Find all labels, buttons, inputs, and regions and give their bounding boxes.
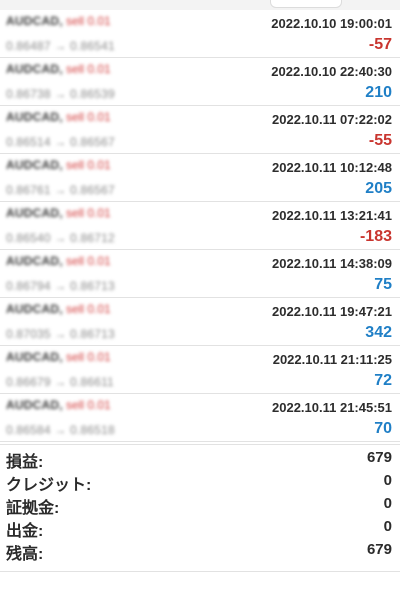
trade-prices: 0.86514 → 0.86567 <box>6 135 115 149</box>
trade-row[interactable]: AUDCAD, sell 0.01 0.86794 → 0.86713 2022… <box>0 250 400 298</box>
trade-profit: 75 <box>374 276 392 293</box>
trade-side: sell 0.01 <box>66 62 111 76</box>
trade-prices: 0.86761 → 0.86567 <box>6 183 115 197</box>
trade-profit: -183 <box>359 228 392 245</box>
trade-symbol: AUDCAD, <box>6 206 63 220</box>
trade-datetime: 2022.10.11 21:45:51 <box>272 400 392 415</box>
trade-datetime: 2022.10.11 07:22:02 <box>272 112 392 127</box>
trade-profit: 70 <box>374 420 392 437</box>
trade-history-list: AUDCAD, sell 0.01 0.86487 → 0.86541 2022… <box>0 10 400 442</box>
trade-side: sell 0.01 <box>66 398 111 412</box>
trade-row[interactable]: AUDCAD, sell 0.01 0.86738 → 0.86539 2022… <box>0 58 400 106</box>
trade-row[interactable]: AUDCAD, sell 0.01 0.86679 → 0.86611 2022… <box>0 346 400 394</box>
trade-datetime: 2022.10.11 19:47:21 <box>272 304 392 319</box>
trade-prices: 0.86738 → 0.86539 <box>6 87 115 101</box>
account-summary: 損益: 679 クレジット: 0 証拠金: 0 出金: 0 残高: 679 <box>0 444 400 563</box>
trade-prices: 0.87035 → 0.86713 <box>6 327 115 341</box>
trade-profit: 72 <box>374 372 392 389</box>
summary-withdrawal-value: 0 <box>383 518 392 535</box>
trade-symbol: AUDCAD, <box>6 302 63 316</box>
trade-symbol: AUDCAD, <box>6 398 63 412</box>
top-tab[interactable] <box>270 0 342 8</box>
trade-symbol: AUDCAD, <box>6 14 63 28</box>
summary-credit-row: クレジット: 0 <box>0 468 400 494</box>
trade-prices: 0.86584 → 0.86518 <box>6 423 115 437</box>
trade-profit: -55 <box>368 132 392 149</box>
trade-profit: -57 <box>368 36 392 53</box>
trade-side: sell 0.01 <box>66 158 111 172</box>
trade-row[interactable]: AUDCAD, sell 0.01 0.86584 → 0.86518 2022… <box>0 394 400 442</box>
trade-profit: 205 <box>365 180 392 197</box>
trade-datetime: 2022.10.11 21:11:25 <box>272 352 392 367</box>
bottom-divider <box>0 571 400 572</box>
trade-row[interactable]: AUDCAD, sell 0.01 0.86761 → 0.86567 2022… <box>0 154 400 202</box>
trade-symbol: AUDCAD, <box>6 62 63 76</box>
trade-side: sell 0.01 <box>66 206 111 220</box>
trade-datetime: 2022.10.11 10:12:48 <box>272 160 392 175</box>
summary-balance-label: 残高: <box>6 546 44 563</box>
trade-datetime: 2022.10.11 13:21:41 <box>272 208 392 223</box>
trade-symbol: AUDCAD, <box>6 110 63 124</box>
trade-side: sell 0.01 <box>66 302 111 316</box>
trade-side: sell 0.01 <box>66 14 111 28</box>
trade-datetime: 2022.10.10 19:00:01 <box>271 16 392 31</box>
trade-side: sell 0.01 <box>66 110 111 124</box>
trade-prices: 0.86487 → 0.86541 <box>6 39 115 53</box>
top-bar <box>0 0 400 10</box>
trade-row[interactable]: AUDCAD, sell 0.01 0.87035 → 0.86713 2022… <box>0 298 400 346</box>
summary-margin-value: 0 <box>383 495 392 512</box>
summary-withdrawal-row: 出金: 0 <box>0 514 400 540</box>
trade-symbol: AUDCAD, <box>6 254 63 268</box>
trade-side: sell 0.01 <box>66 350 111 364</box>
trade-row[interactable]: AUDCAD, sell 0.01 0.86487 → 0.86541 2022… <box>0 10 400 58</box>
trade-symbol: AUDCAD, <box>6 350 63 364</box>
trade-datetime: 2022.10.10 22:40:30 <box>271 64 392 79</box>
summary-balance-row: 残高: 679 <box>0 537 400 563</box>
trade-row[interactable]: AUDCAD, sell 0.01 0.86514 → 0.86567 2022… <box>0 106 400 154</box>
trade-side: sell 0.01 <box>66 254 111 268</box>
trade-datetime: 2022.10.11 14:38:09 <box>272 256 392 271</box>
summary-profit-value: 679 <box>366 449 392 466</box>
summary-credit-value: 0 <box>383 472 392 489</box>
trade-row[interactable]: AUDCAD, sell 0.01 0.86540 → 0.86712 2022… <box>0 202 400 250</box>
trade-profit: 210 <box>365 84 392 101</box>
summary-balance-value: 679 <box>366 541 392 558</box>
trade-prices: 0.86679 → 0.86611 <box>6 375 114 389</box>
trade-symbol: AUDCAD, <box>6 158 63 172</box>
summary-margin-row: 証拠金: 0 <box>0 491 400 517</box>
trade-prices: 0.86794 → 0.86713 <box>6 279 115 293</box>
trade-profit: 342 <box>365 324 392 341</box>
summary-profit-row: 損益: 679 <box>0 445 400 471</box>
trade-prices: 0.86540 → 0.86712 <box>6 231 115 245</box>
